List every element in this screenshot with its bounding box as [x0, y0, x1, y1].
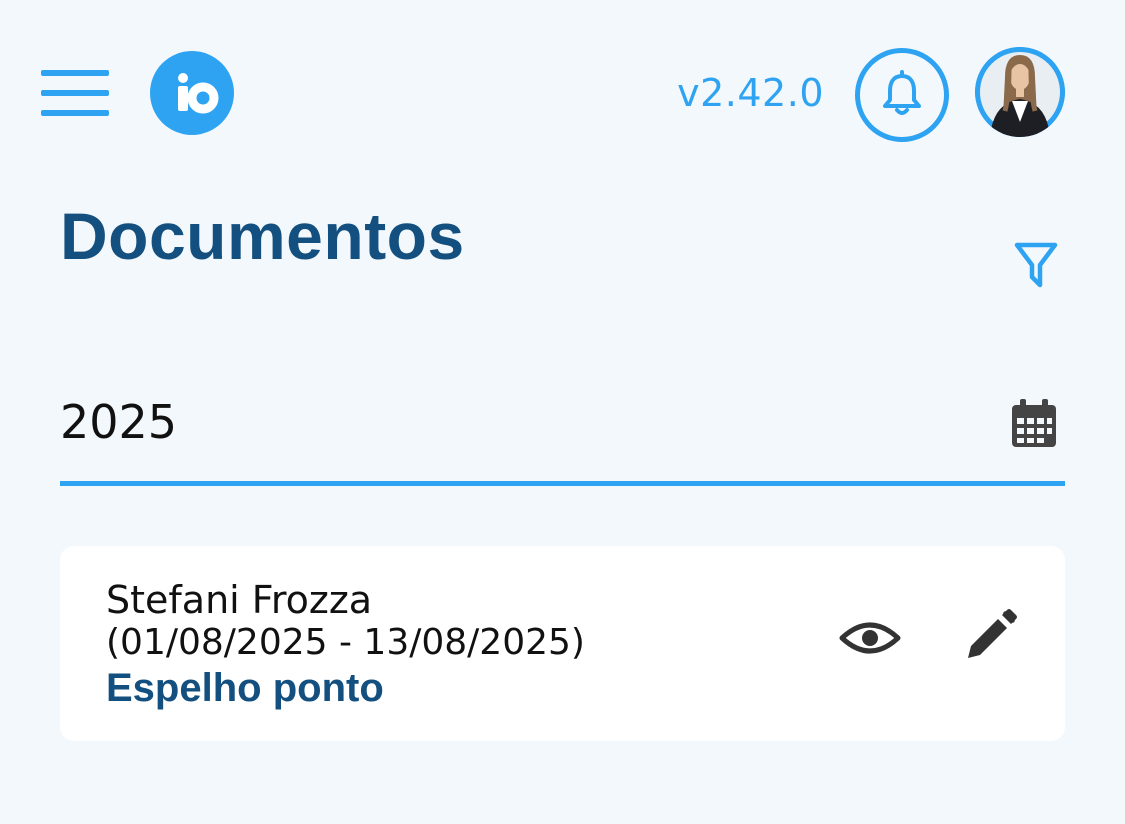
- pencil-icon: [968, 609, 1017, 658]
- document-period: (01/08/2025 - 13/08/2025): [106, 622, 585, 663]
- page-title: Documentos: [60, 199, 465, 273]
- app-logo: io: [150, 51, 234, 135]
- notifications-button[interactable]: [855, 48, 949, 142]
- eye-icon: [839, 622, 901, 654]
- year-picker-field[interactable]: 2025: [60, 380, 1065, 486]
- year-value: 2025: [60, 395, 178, 449]
- document-type: Espelho ponto: [106, 666, 384, 710]
- view-document-button[interactable]: [838, 606, 902, 670]
- calendar-icon: [1012, 399, 1056, 447]
- funnel-filter-icon: [1014, 242, 1058, 288]
- bell-icon: [883, 70, 921, 115]
- edit-document-button[interactable]: [958, 604, 1022, 668]
- io-logo-icon: [178, 73, 219, 114]
- calendar-button[interactable]: [1006, 396, 1062, 452]
- user-avatar[interactable]: [975, 47, 1065, 137]
- app-version: v2.42.0: [677, 71, 824, 115]
- document-card[interactable]: Stefani Frozza (01/08/2025 - 13/08/2025)…: [60, 546, 1065, 741]
- menu-button[interactable]: [36, 64, 114, 122]
- filter-button[interactable]: [1008, 236, 1064, 292]
- avatar-photo: [975, 47, 1065, 137]
- document-employee-name: Stefani Frozza: [106, 578, 373, 622]
